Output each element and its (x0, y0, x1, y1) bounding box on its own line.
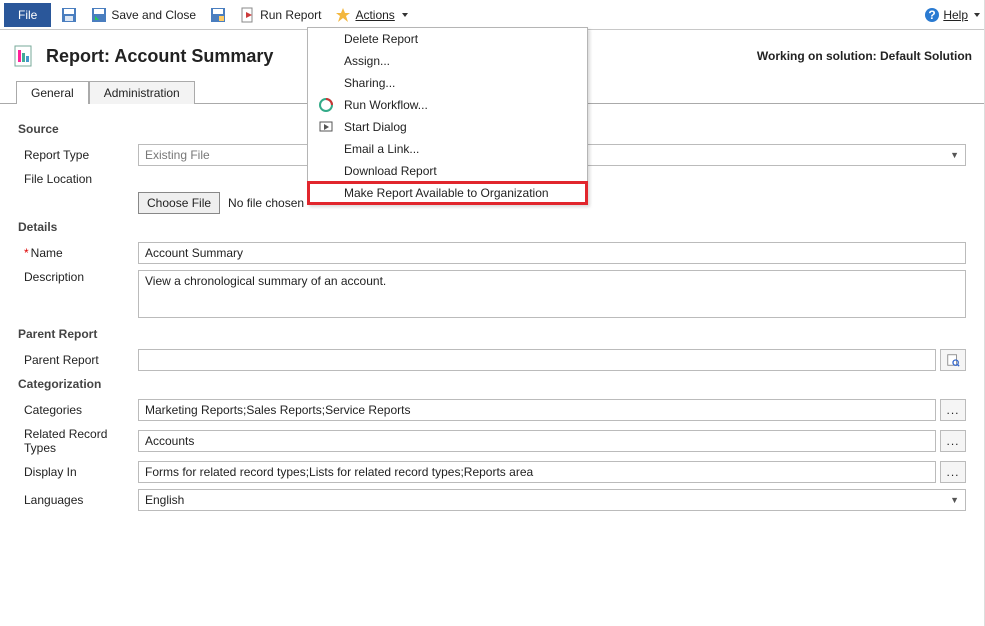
run-report-button[interactable]: Run Report (236, 5, 325, 25)
solution-label: Working on solution: Default Solution (757, 49, 972, 63)
languages-value: English (145, 493, 184, 507)
actions-menu: Delete Report Assign... Sharing... Run W… (307, 27, 588, 205)
name-input[interactable] (138, 242, 966, 264)
save-icon (61, 7, 77, 23)
chevron-down-icon (402, 13, 408, 17)
run-report-icon (240, 7, 256, 23)
actions-button[interactable]: Actions (331, 5, 411, 25)
menu-sharing[interactable]: Sharing... (308, 72, 587, 94)
section-parent: Parent Report (18, 327, 966, 341)
categories-more-button[interactable]: ... (940, 399, 966, 421)
label-name: *Name (18, 246, 138, 260)
tab-administration[interactable]: Administration (89, 81, 195, 104)
label-display-in: Display In (18, 465, 138, 479)
help-icon: ? (924, 7, 940, 23)
section-details: Details (18, 220, 966, 234)
save-as-icon (210, 7, 226, 23)
display-in-more-button[interactable]: ... (940, 461, 966, 483)
menu-make-available[interactable]: Make Report Available to Organization (308, 182, 587, 204)
save-close-icon (91, 7, 107, 23)
actions-label: Actions (355, 8, 394, 22)
label-languages: Languages (18, 493, 138, 507)
label-related-record-types: Related Record Types (18, 427, 138, 455)
menu-download-report[interactable]: Download Report (308, 160, 587, 182)
save-and-close-button[interactable]: Save and Close (87, 5, 200, 25)
page-title: Report: Account Summary (46, 46, 273, 67)
report-type-value: Existing File (145, 148, 210, 162)
display-in-input[interactable] (138, 461, 936, 483)
save-close-label: Save and Close (111, 8, 196, 22)
help-button[interactable]: ? Help (924, 7, 980, 23)
menu-start-dialog[interactable]: Start Dialog (308, 116, 587, 138)
parent-report-input[interactable] (138, 349, 936, 371)
related-record-types-input[interactable] (138, 430, 936, 452)
menu-run-workflow[interactable]: Run Workflow... (308, 94, 587, 116)
parent-report-lookup-button[interactable] (940, 349, 966, 371)
no-file-label: No file chosen (228, 196, 304, 210)
file-button[interactable]: File (4, 3, 51, 27)
lookup-icon (946, 353, 960, 367)
label-categories: Categories (18, 403, 138, 417)
label-file-location: File Location (18, 172, 138, 186)
dialog-icon (318, 119, 334, 135)
menu-delete-report[interactable]: Delete Report (308, 28, 587, 50)
save-as-button[interactable] (206, 5, 230, 25)
menu-email-link[interactable]: Email a Link... (308, 138, 587, 160)
svg-text:?: ? (929, 8, 936, 22)
chevron-down-icon: ▼ (950, 150, 959, 160)
actions-icon (335, 7, 351, 23)
chevron-down-icon (974, 13, 980, 17)
languages-select[interactable]: English ▼ (138, 489, 966, 511)
description-input[interactable]: View a chronological summary of an accou… (138, 270, 966, 318)
run-report-label: Run Report (260, 8, 321, 22)
chevron-down-icon: ▼ (950, 495, 959, 505)
label-report-type: Report Type (18, 148, 138, 162)
save-button[interactable] (57, 5, 81, 25)
categories-input[interactable] (138, 399, 936, 421)
workflow-icon (318, 97, 334, 113)
choose-file-button[interactable]: Choose File (138, 192, 220, 214)
menu-assign[interactable]: Assign... (308, 50, 587, 72)
toolbar: File Save and Close Run Report Actions ?… (0, 0, 984, 30)
help-label: Help (943, 8, 968, 22)
section-categorization: Categorization (18, 377, 966, 391)
label-parent-report: Parent Report (18, 353, 138, 367)
tab-general[interactable]: General (16, 81, 89, 104)
report-icon (12, 44, 36, 68)
label-description: Description (18, 270, 138, 284)
related-more-button[interactable]: ... (940, 430, 966, 452)
